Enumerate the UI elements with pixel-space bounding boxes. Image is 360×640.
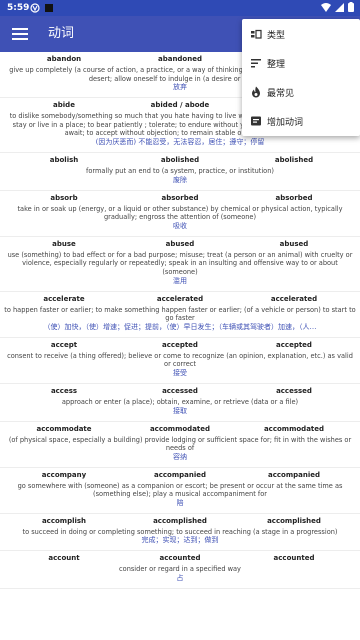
participle-form: accounted xyxy=(273,554,315,563)
translation: 陪 xyxy=(176,498,184,507)
base-form: accompany xyxy=(41,470,87,479)
translation: 完成；实现；达到；做到 xyxy=(141,536,219,545)
menu-item-sort[interactable]: 整理 xyxy=(242,49,360,77)
base-form: accelerate xyxy=(43,294,85,303)
past-form: accessed xyxy=(162,386,198,395)
definition: approach or enter (a place); obtain, exa… xyxy=(61,397,299,406)
past-form: accelerated xyxy=(156,294,204,303)
verb-forms: abuse abused abused xyxy=(0,237,360,250)
verb-entry[interactable]: account accounted accounted consider or reg… xyxy=(0,551,360,590)
participle-form: accomplished xyxy=(267,516,321,525)
participle-form: absorbed xyxy=(275,193,313,202)
overflow-menu: 类型 整理 最常见 增加动词 xyxy=(242,19,360,136)
status-bar: 5:59 xyxy=(0,0,360,16)
participle-form: abolished xyxy=(274,155,314,164)
translation: 容纳 xyxy=(173,452,187,461)
verb-entry[interactable]: accompany accompanied accompanied go somewh… xyxy=(0,468,360,514)
verb-entry[interactable]: accept accepted accepted consent to receive… xyxy=(0,338,360,384)
verb-forms: accelerate accelerated accelerated xyxy=(0,292,360,305)
translation: 接受 xyxy=(173,368,187,377)
base-form: accept xyxy=(50,340,78,349)
add-verb-icon xyxy=(251,116,261,126)
base-form: abuse xyxy=(52,239,76,248)
page-title: 动词 xyxy=(48,26,75,41)
verb-list[interactable]: abandon abandoned give up completely (a co… xyxy=(0,52,360,640)
translation: (因为厌恶而) 不能忍受，无法容忍，居住；遵守；停留 xyxy=(95,137,265,146)
verb-entry[interactable]: accelerate accelerated accelerated to happe… xyxy=(0,292,360,338)
past-form: accomplished xyxy=(153,516,207,525)
fire-icon xyxy=(252,86,260,98)
menu-item-add-verb[interactable]: 增加动词 xyxy=(242,107,360,135)
definition: take in or soak up (energy, or a liquid … xyxy=(17,204,343,222)
verb-forms: account accounted accounted xyxy=(0,551,360,564)
past-form: accompanied xyxy=(153,470,206,479)
menu-item-label: 最常见 xyxy=(267,88,295,99)
base-form: account xyxy=(48,554,80,563)
past-form: accepted xyxy=(162,340,198,349)
verb-forms: accompany accompanied accompanied xyxy=(0,468,360,481)
menu-item-category[interactable]: 类型 xyxy=(242,20,360,48)
translation: 接取 xyxy=(173,406,187,415)
verb-forms: absorb absorbed absorbed xyxy=(0,191,360,204)
verb-entry[interactable]: accommodate accommodated accommodated (of p… xyxy=(0,422,360,468)
base-form: abolish xyxy=(49,155,79,164)
signal-icon xyxy=(335,2,344,12)
past-form: abided / abode xyxy=(150,101,210,110)
translation: 占 xyxy=(176,574,184,583)
base-form: accommodate xyxy=(36,424,92,433)
verb-entry[interactable]: abuse abused abused use (something) to bad … xyxy=(0,237,360,292)
menu-item-most-common[interactable]: 最常见 xyxy=(242,78,360,106)
base-form: access xyxy=(50,386,78,395)
definition: go somewhere with (someone) as a compani… xyxy=(17,481,343,499)
verb-forms: access accessed accessed xyxy=(0,384,360,397)
definition: consider or regard in a specified way xyxy=(119,565,241,574)
participle-form: accelerated xyxy=(270,294,318,303)
translation: 吸收 xyxy=(173,221,187,230)
past-form: accounted xyxy=(159,554,201,563)
past-form: abolished xyxy=(160,155,200,164)
notification-icon xyxy=(45,4,53,12)
verb-entry[interactable]: abolish abolished abolished formally put an… xyxy=(0,153,360,191)
verb-forms: abolish abolished abolished xyxy=(0,153,360,166)
category-icon xyxy=(251,29,262,39)
definition: formally put an end to (a system, practi… xyxy=(86,166,274,175)
base-form: abide xyxy=(53,101,75,110)
verb-forms: accomplish accomplished accomplished xyxy=(0,514,360,527)
base-form: abandon xyxy=(46,55,82,63)
verb-entry[interactable]: access accessed accessed approach or enter … xyxy=(0,384,360,422)
participle-form: accessed xyxy=(276,386,312,395)
base-form: accomplish xyxy=(41,516,87,525)
participle-form: abused xyxy=(279,239,309,248)
translation: （使）加快，（使）增速；促进；提前，（使）早日发生；（车辆或其驾驶者）加速，（人… xyxy=(43,322,317,331)
translation: 废除 xyxy=(173,175,187,184)
definition: consent to receive (a thing offered); be… xyxy=(7,351,353,369)
menu-item-label: 整理 xyxy=(267,59,286,70)
translation: 滥用 xyxy=(173,276,187,285)
vpn-icon xyxy=(30,3,40,13)
past-form: abused xyxy=(165,239,195,248)
past-form: absorbed xyxy=(161,193,199,202)
base-form: absorb xyxy=(50,193,78,202)
participle-form: accommodated xyxy=(263,424,325,433)
sort-icon xyxy=(251,59,261,68)
verb-forms: accept accepted accepted xyxy=(0,338,360,351)
menu-item-label: 增加动词 xyxy=(267,117,304,128)
definition: to happen faster or earlier; to make som… xyxy=(4,305,356,323)
menu-item-label: 类型 xyxy=(267,30,286,41)
battery-icon xyxy=(348,2,354,12)
status-time: 5:59 xyxy=(7,3,30,13)
participle-form: accepted xyxy=(276,340,312,349)
participle-form: accompanied xyxy=(267,470,320,479)
verb-entry[interactable]: accomplish accomplished accomplished to suc… xyxy=(0,514,360,552)
past-form: accommodated xyxy=(149,424,211,433)
definition: (of physical space, especially a buildin… xyxy=(8,435,352,453)
verb-forms: accommodate accommodated accommodated xyxy=(0,422,360,435)
past-form: abandoned xyxy=(157,55,202,63)
definition: use (something) to bad effect or for a b… xyxy=(7,250,353,276)
verb-entry[interactable]: absorb absorbed absorbed take in or soak up… xyxy=(0,191,360,237)
hamburger-menu-icon[interactable] xyxy=(12,26,28,42)
wifi-icon xyxy=(321,2,331,12)
